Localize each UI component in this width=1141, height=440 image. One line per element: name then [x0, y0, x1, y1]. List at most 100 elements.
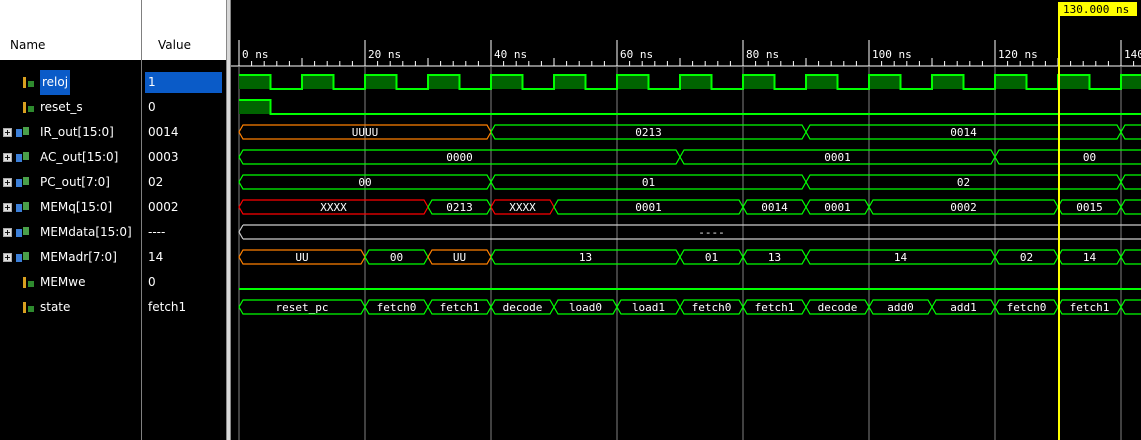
waveform-pc_out[interactable]: 00 01 02: [238, 174, 1141, 190]
expand-icon[interactable]: +: [3, 253, 12, 262]
signal-value-row[interactable]: ----: [142, 220, 226, 245]
grid-lines: [238, 66, 1122, 440]
name-column-header[interactable]: Name: [0, 0, 142, 60]
expand-icon[interactable]: +: [3, 153, 12, 162]
signal-row-reloj[interactable]: reloj: [0, 70, 142, 95]
clock-high-fill: [1058, 75, 1090, 89]
bit-high-fill: [239, 100, 271, 114]
expand-icon[interactable]: +: [3, 228, 12, 237]
waveform-ir_out[interactable]: UUUU 0213 0014: [238, 124, 1141, 140]
bus-segment-label: fetch1: [440, 301, 480, 314]
clock-high-fill: [428, 75, 460, 89]
signal-name: reloj: [40, 70, 71, 95]
signal-value: ----: [148, 225, 166, 239]
expand-icon[interactable]: +: [3, 178, 12, 187]
bus-segment-label: reset_pc: [276, 301, 329, 314]
signal-value-row[interactable]: 0014: [142, 120, 226, 145]
bus-segment-label: 02: [957, 176, 970, 189]
bit-signal-icon: [23, 277, 34, 288]
expand-icon[interactable]: +: [3, 128, 12, 137]
waveform-reloj[interactable]: [239, 74, 1141, 90]
expand-icon[interactable]: +: [3, 203, 12, 212]
bus-segment-label: 0001: [824, 151, 851, 164]
bus-segment-label: 13: [579, 251, 592, 264]
signal-value-row[interactable]: 1: [142, 70, 226, 95]
waveform-canvas[interactable]: 0 ns 20 ns 40 ns 60 ns 80 ns 100 ns 120 ns 140 U…: [231, 0, 1141, 440]
bus-signal-icon: [16, 252, 29, 262]
waveform-memadr[interactable]: UU 00 UU 13 01 13 14 02 14: [238, 249, 1141, 265]
waveform-state[interactable]: reset_pc fetch0 fetch1 decode load0 load1 fetc…: [238, 299, 1141, 315]
waveform-ac_out[interactable]: 0000 0001 00: [238, 149, 1141, 165]
bus-segment-label: 0000: [446, 151, 473, 164]
clock-high-fill: [617, 75, 649, 89]
waveform-memq[interactable]: XXXX0213XXXX0001001400010002001500: [238, 199, 1141, 215]
time-cursor[interactable]: 130.000 ns: [1058, 2, 1137, 440]
time-ruler[interactable]: 0 ns 20 ns 40 ns 60 ns 80 ns 100 ns 120 ns 140: [231, 40, 1141, 67]
bus-segment: [238, 224, 1141, 240]
ruler-tick-label: 120 ns: [998, 48, 1038, 61]
waveform-reset_s[interactable]: [239, 99, 1141, 115]
bus-segment-label: 14: [894, 251, 908, 264]
bus-segment-label: UU: [453, 251, 466, 264]
signal-name: MEMdata[15:0]: [40, 225, 132, 239]
bus-segment-label: add1: [950, 301, 977, 314]
signal-value: 02: [148, 175, 164, 189]
bus-segment-label: decode: [503, 301, 543, 314]
signal-row-pc_out[interactable]: + PC_out[7:0]: [0, 170, 142, 195]
signal-value: 14: [148, 250, 164, 264]
ruler-tick-label: 0 ns: [242, 48, 269, 61]
signal-value-row[interactable]: 0002: [142, 195, 226, 220]
signal-name: IR_out[15:0]: [40, 125, 114, 139]
signal-value: 0: [148, 100, 156, 114]
waveform-panel[interactable]: 0 ns 20 ns 40 ns 60 ns 80 ns 100 ns 120 ns 140 U…: [231, 0, 1141, 440]
bus-signal-icon: [16, 227, 29, 237]
signal-row-state[interactable]: state: [0, 295, 142, 320]
bit-trace: [239, 99, 1141, 115]
signal-name: MEMwe: [40, 275, 86, 289]
bus-segment-label: 0014: [761, 201, 788, 214]
signal-value: 0: [148, 275, 156, 289]
cursor-time-label: 130.000 ns: [1063, 3, 1129, 16]
bus-segment-label: fetch0: [1007, 301, 1047, 314]
signal-name: AC_out[15:0]: [40, 150, 119, 164]
ruler-tick-label: 100 ns: [872, 48, 912, 61]
signal-value-row[interactable]: fetch1: [142, 295, 226, 320]
signal-value-row[interactable]: 0003: [142, 145, 226, 170]
bus-segment-label: 0001: [824, 201, 851, 214]
signal-value-row[interactable]: 14: [142, 245, 226, 270]
clock-high-fill: [869, 75, 901, 89]
clock-high-fill: [995, 75, 1027, 89]
waveform-memdata[interactable]: ----: [238, 224, 1141, 240]
signal-values-panel: Value 1 0 0014 0003 02 0002 ---- 14 0 fetch1: [142, 0, 226, 440]
signal-row-ir_out[interactable]: + IR_out[15:0]: [0, 120, 142, 145]
signal-name: MEMadr[7:0]: [40, 250, 117, 264]
signal-row-reset_s[interactable]: reset_s: [0, 95, 142, 120]
signal-value-row[interactable]: 0: [142, 270, 226, 295]
clock-high-fill: [1121, 75, 1141, 89]
signal-value: 0002: [148, 200, 179, 214]
value-column-header-label: Value: [158, 38, 191, 52]
clock-high-fill: [806, 75, 838, 89]
bus-segment-label: load0: [569, 301, 602, 314]
signal-row-memadr[interactable]: + MEMadr[7:0]: [0, 245, 142, 270]
bus-signal-icon: [16, 127, 29, 137]
signal-name: reset_s: [40, 100, 83, 114]
bus-signal-icon: [16, 177, 29, 187]
clock-high-fill: [932, 75, 964, 89]
bus-segment-label: 0015: [1076, 201, 1103, 214]
signal-value: 0014: [148, 125, 179, 139]
signal-value-row[interactable]: 0: [142, 95, 226, 120]
bus-segment-label: 0014: [950, 126, 977, 139]
signal-row-memwe[interactable]: MEMwe: [0, 270, 142, 295]
value-column-header[interactable]: Value: [142, 0, 226, 60]
clock-high-fill: [365, 75, 397, 89]
bus-segment-label: XXXX: [320, 201, 347, 214]
signal-row-memdata[interactable]: + MEMdata[15:0]: [0, 220, 142, 245]
bus-segment: [1120, 299, 1141, 315]
signal-row-memq[interactable]: + MEMq[15:0]: [0, 195, 142, 220]
signal-row-ac_out[interactable]: + AC_out[15:0]: [0, 145, 142, 170]
signal-value-row[interactable]: 02: [142, 170, 226, 195]
bus-segment-label: fetch1: [755, 301, 795, 314]
bus-segment-label: XXXX: [509, 201, 536, 214]
bus-segment-label: 0213: [446, 201, 473, 214]
